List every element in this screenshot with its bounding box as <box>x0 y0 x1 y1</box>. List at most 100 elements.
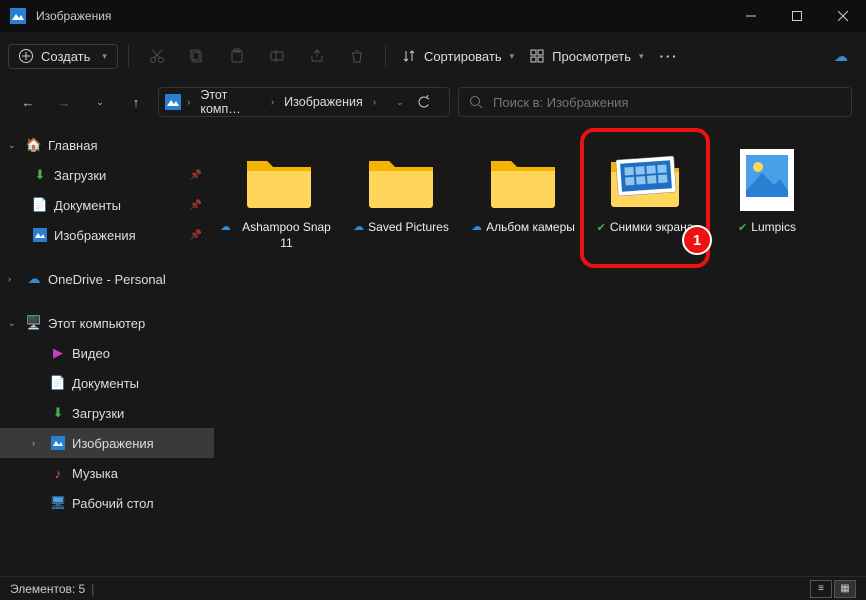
cloud-status-icon: ☁ <box>353 220 364 234</box>
folder-saved-pictures[interactable]: ☁ Saved Pictures <box>342 140 460 251</box>
search-input[interactable] <box>493 95 841 110</box>
chevron-right-icon[interactable]: › <box>32 438 44 448</box>
pc-icon: 🖥️ <box>26 315 42 331</box>
back-button[interactable]: ← <box>14 88 42 116</box>
cloud-status-icon: ☁ <box>220 220 231 234</box>
tree-music[interactable]: › ♪ Музыка <box>0 458 214 488</box>
toolbar: Создать ▾ Сортировать ▾ Просмотреть ▾ ··… <box>0 32 866 80</box>
chevron-right-icon[interactable]: › <box>8 274 20 284</box>
folder-icon <box>231 140 327 220</box>
navigation-pane: ⌄ 🏠 Главная ⬇ Загрузки 📌 📄 Документы 📌 И… <box>0 124 214 576</box>
window-title: Изображения <box>36 9 728 23</box>
details-view-button[interactable]: ≡ <box>810 580 832 598</box>
chevron-down-icon: ▾ <box>510 51 515 62</box>
search-box[interactable] <box>458 87 852 117</box>
tree-label: Главная <box>48 138 97 153</box>
paste-icon[interactable] <box>219 38 255 74</box>
share-icon[interactable] <box>299 38 335 74</box>
cut-icon[interactable] <box>139 38 175 74</box>
tree-label: Загрузки <box>54 168 106 183</box>
view-button[interactable]: Просмотреть ▾ <box>524 45 649 68</box>
item-label: Альбом камеры <box>486 220 575 236</box>
maximize-button[interactable] <box>774 0 820 32</box>
folder-screenshots[interactable]: ✔Снимки экрана 1 <box>586 140 704 251</box>
minimize-button[interactable] <box>728 0 774 32</box>
folder-icon <box>353 140 449 220</box>
video-icon: ▶ <box>50 345 66 361</box>
refresh-button[interactable] <box>417 95 443 109</box>
up-button[interactable]: ↑ <box>122 88 150 116</box>
crumb-separator[interactable]: › <box>371 97 378 108</box>
pictures-icon <box>50 435 66 451</box>
download-icon: ⬇ <box>50 405 66 421</box>
delete-icon[interactable] <box>339 38 375 74</box>
crumb-pictures[interactable]: Изображения <box>280 93 367 111</box>
pin-icon: 📌 <box>190 230 202 241</box>
tree-documents2[interactable]: › 📄 Документы <box>0 368 214 398</box>
chevron-down-icon[interactable]: ⌄ <box>8 140 20 151</box>
address-row: ← → ⌄ ↑ › Этот комп… › Изображения › ⌄ <box>0 80 866 124</box>
onedrive-icon: ☁ <box>26 271 42 287</box>
tree-downloads[interactable]: ⬇ Загрузки 📌 <box>0 160 214 190</box>
desktop-icon: 🖥 <box>50 495 66 511</box>
tree-thispc[interactable]: ⌄ 🖥️ Этот компьютер <box>0 308 214 338</box>
tree-label: Документы <box>54 198 121 213</box>
tree-documents[interactable]: 📄 Документы 📌 <box>0 190 214 220</box>
crumb-history-button[interactable]: ⌄ <box>386 97 413 108</box>
view-label: Просмотреть <box>552 49 631 64</box>
sync-status-icon: ✔ <box>738 221 747 235</box>
sort-label: Сортировать <box>424 49 502 64</box>
download-icon: ⬇ <box>32 167 48 183</box>
tree-label: Загрузки <box>72 406 124 421</box>
chevron-down-icon[interactable]: ⌄ <box>8 318 20 329</box>
new-button[interactable]: Создать ▾ <box>8 44 118 69</box>
folder-ashampoo[interactable]: ☁Ashampoo Snap 11 <box>220 140 338 251</box>
crumb-separator[interactable]: › <box>185 97 192 108</box>
tree-pictures[interactable]: Изображения 📌 <box>0 220 214 250</box>
rename-icon[interactable] <box>259 38 295 74</box>
tree-downloads2[interactable]: › ⬇ Загрузки <box>0 398 214 428</box>
crumb-thispc[interactable]: Этот комп… <box>196 86 264 118</box>
tree-label: Изображения <box>72 436 154 451</box>
recent-button[interactable]: ⌄ <box>86 88 114 116</box>
music-icon: ♪ <box>50 465 66 481</box>
pictures-icon <box>32 227 48 243</box>
onedrive-status-icon[interactable]: ☁ <box>834 48 848 65</box>
tree-desktop[interactable]: › 🖥 Рабочий стол <box>0 488 214 518</box>
tree-item-partial[interactable]: › <box>0 518 214 530</box>
breadcrumb-bar[interactable]: › Этот комп… › Изображения › ⌄ <box>158 87 450 117</box>
icons-view-button[interactable]: ▦ <box>834 580 856 598</box>
tree-pictures2[interactable]: › Изображения <box>0 428 214 458</box>
folder-thumb-icon <box>597 140 693 220</box>
item-label: Saved Pictures <box>368 220 449 236</box>
tree-video[interactable]: › ▶ Видео <box>0 338 214 368</box>
tree-onedrive[interactable]: › ☁ OneDrive - Personal <box>0 264 214 294</box>
search-icon <box>469 95 483 109</box>
chevron-down-icon: ▾ <box>639 51 644 62</box>
title-bar: Изображения <box>0 0 866 32</box>
chevron-down-icon: ▾ <box>102 51 107 62</box>
tree-label: Изображения <box>54 228 136 243</box>
file-lumpics[interactable]: ✔Lumpics <box>708 140 826 251</box>
item-label: Снимки экрана <box>610 220 694 236</box>
crumb-separator[interactable]: › <box>269 97 276 108</box>
copy-icon[interactable] <box>179 38 215 74</box>
close-button[interactable] <box>820 0 866 32</box>
content-pane[interactable]: ☁Ashampoo Snap 11 ☁Saved Pictures ☁Альбо… <box>214 124 866 576</box>
sort-icon <box>402 49 416 63</box>
sort-button[interactable]: Сортировать ▾ <box>396 45 520 68</box>
tree-label: Документы <box>72 376 139 391</box>
tree-home[interactable]: ⌄ 🏠 Главная <box>0 130 214 160</box>
tree-label: Рабочий стол <box>72 496 154 511</box>
pin-icon: 📌 <box>190 170 202 181</box>
forward-button[interactable]: → <box>50 88 78 116</box>
plus-icon <box>19 49 33 63</box>
folder-icon <box>475 140 571 220</box>
file-explorer-window: Изображения Создать ▾ Сортировать ▾ Прос… <box>0 0 866 600</box>
more-button[interactable]: ··· <box>654 45 685 68</box>
folder-camera-album[interactable]: ☁Альбом камеры <box>464 140 582 251</box>
view-icon <box>530 49 544 63</box>
pictures-icon <box>165 94 181 110</box>
new-label: Создать <box>41 49 90 64</box>
document-icon: 📄 <box>50 375 66 391</box>
